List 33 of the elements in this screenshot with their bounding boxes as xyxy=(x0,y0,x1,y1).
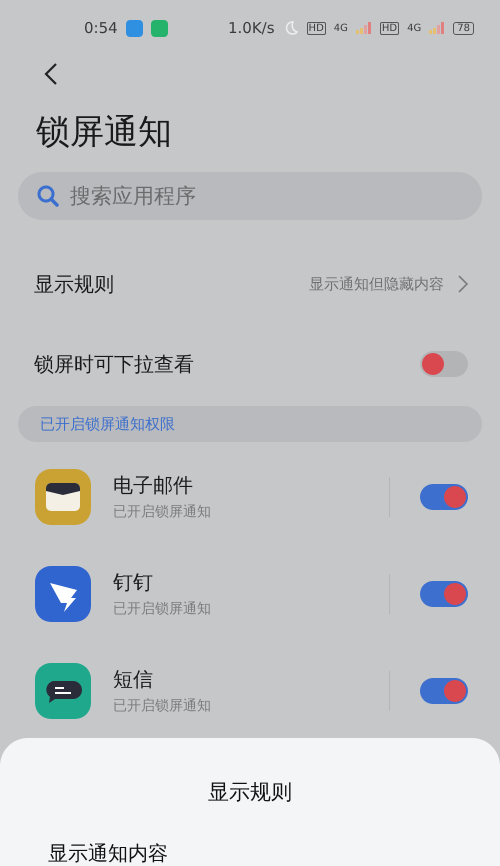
app-name: 钉钉 xyxy=(113,569,154,596)
clock-time: 0:54 xyxy=(84,19,118,37)
toggle-switch[interactable] xyxy=(420,351,468,377)
chevron-right-icon xyxy=(458,275,468,293)
back-icon[interactable] xyxy=(44,62,58,86)
chat-bubble-icon xyxy=(35,662,91,718)
sheet-option[interactable]: 显示通知内容 xyxy=(48,840,168,866)
toggle-switch[interactable] xyxy=(420,678,468,704)
toggle-switch[interactable] xyxy=(420,484,468,510)
page-title: 锁屏通知 xyxy=(36,111,173,154)
toggle-switch[interactable] xyxy=(420,580,468,606)
battery-level: 78 xyxy=(453,22,474,34)
search-field[interactable]: 搜索应用程序 xyxy=(18,172,482,220)
signal-icon xyxy=(429,22,446,34)
app-notification-icon xyxy=(150,20,168,36)
sheet-title: 显示规则 xyxy=(208,779,292,806)
app-notification-icon xyxy=(126,20,143,36)
app-name: 短信 xyxy=(113,666,154,693)
app-status: 已开启锁屏通知 xyxy=(113,503,212,521)
app-status: 已开启锁屏通知 xyxy=(113,600,212,618)
setting-label: 锁屏时可下拉查看 xyxy=(34,350,195,378)
setting-label: 显示规则 xyxy=(34,270,115,298)
hd-indicator: HD xyxy=(380,22,400,34)
signal-icon xyxy=(356,22,372,34)
search-icon xyxy=(36,184,60,208)
network-type: 4G xyxy=(334,22,348,34)
network-speed: 1.0K/s xyxy=(228,19,275,37)
envelope-icon xyxy=(35,468,91,524)
network-type: 4G xyxy=(407,22,422,34)
app-name: 电子邮件 xyxy=(113,472,194,499)
app-status: 已开启锁屏通知 xyxy=(113,697,212,715)
section-header: 已开启锁屏通知权限 xyxy=(18,406,482,442)
hd-indicator: HD xyxy=(306,22,326,34)
